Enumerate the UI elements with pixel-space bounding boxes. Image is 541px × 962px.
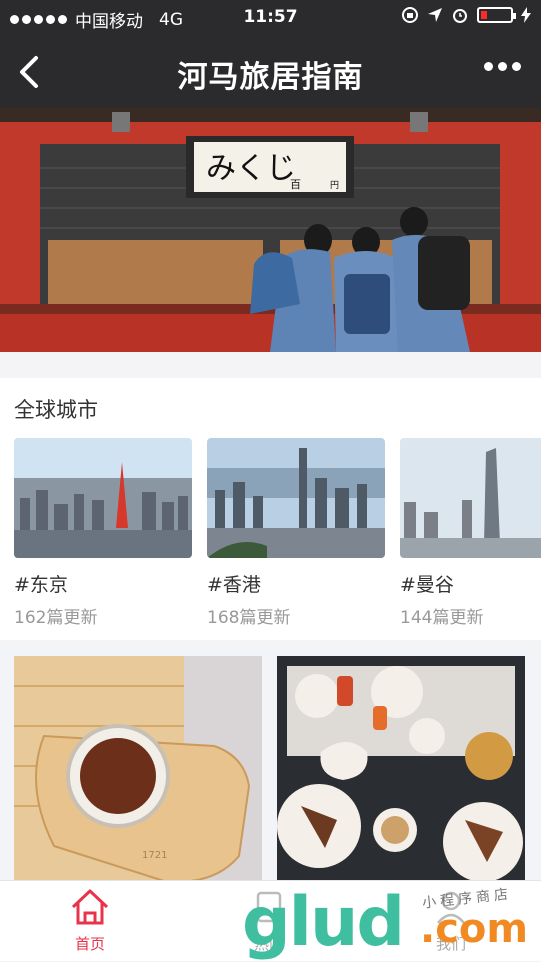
city-thumbnail: [400, 438, 541, 558]
city-update-count: 168篇更新: [207, 608, 291, 628]
navigation-bar: 河马旅居指南: [0, 36, 541, 108]
city-name: #曼谷: [400, 574, 454, 596]
sign-main-text: みくじ: [206, 151, 296, 186]
more-options-icon[interactable]: [484, 62, 521, 71]
page-title: 河马旅居指南: [177, 60, 364, 95]
tab-about-us[interactable]: 我们: [406, 887, 496, 954]
global-cities-section: 全球城市 #东京 162篇更新 #香港 168篇更新 #曼谷 144篇更新: [0, 378, 541, 640]
section-title: 全球城市: [14, 398, 98, 422]
city-card-tokyo[interactable]: #东京 162篇更新: [14, 438, 192, 628]
rotation-lock-icon: [402, 7, 418, 23]
tab-popular[interactable]: 热门: [224, 887, 314, 954]
tab-label: 首页: [74, 935, 105, 953]
alarm-icon: [453, 9, 467, 23]
article-cards: 1721: [0, 648, 541, 880]
city-update-count: 144篇更新: [400, 608, 484, 628]
city-carousel[interactable]: #东京 162篇更新 #香港 168篇更新 #曼谷 144篇更新: [14, 438, 541, 638]
location-arrow-icon: [428, 8, 442, 22]
city-name: #东京: [14, 574, 68, 596]
sign-small-text-2: 円: [330, 180, 339, 191]
city-name: #香港: [207, 574, 261, 596]
article-card-breakfast[interactable]: [277, 656, 525, 880]
tab-label: 我们: [435, 935, 466, 953]
city-thumbnail: [14, 438, 192, 558]
charging-icon: [521, 7, 531, 23]
home-icon: [71, 889, 109, 925]
sign-small-text-1: 百: [290, 178, 301, 191]
hero-photo: みくじ 百 円: [0, 108, 541, 352]
city-card-bangkok[interactable]: #曼谷 144篇更新: [400, 438, 541, 628]
tab-label: 热门: [253, 935, 284, 953]
article-card-tea[interactable]: 1721: [14, 656, 262, 880]
city-card-hongkong[interactable]: #香港 168篇更新: [207, 438, 385, 628]
hero-banner-image[interactable]: みくじ 百 円: [0, 108, 541, 352]
city-update-count: 162篇更新: [14, 608, 98, 628]
user-icon: [437, 891, 465, 924]
tab-bar: 首页 热门 我们: [0, 880, 541, 961]
cup-marking: 1721: [142, 850, 167, 861]
city-thumbnail: [207, 438, 385, 558]
tab-home[interactable]: 首页: [45, 887, 135, 954]
popular-icon: [256, 891, 282, 923]
status-bar: 中国移动 4G 11:57: [0, 0, 541, 36]
battery-icon: [477, 7, 516, 23]
